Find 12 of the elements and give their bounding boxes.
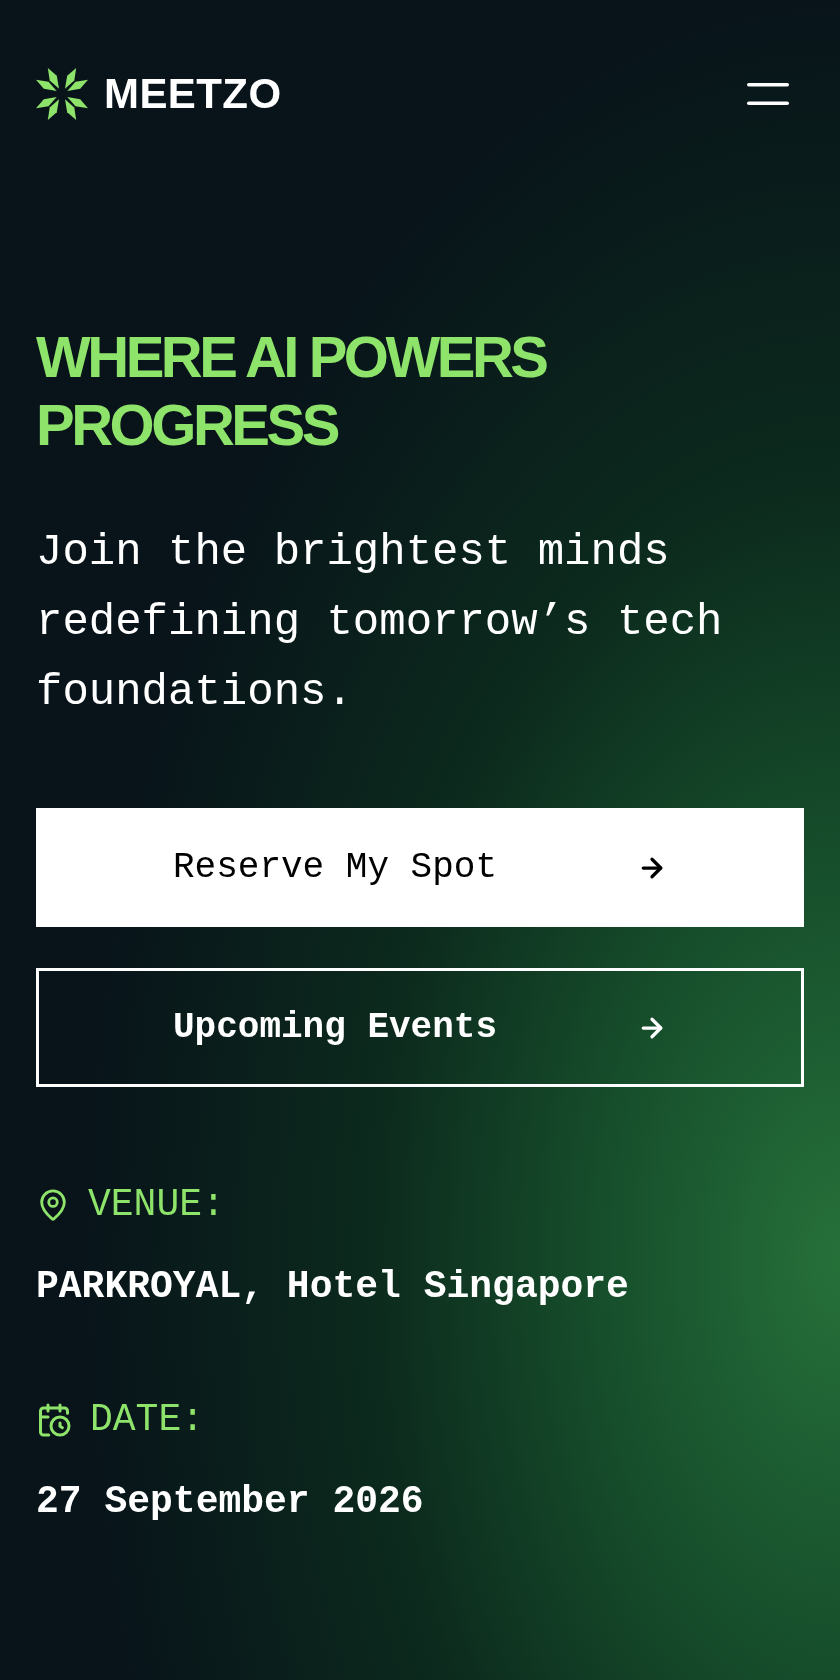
detail-label: DATE: bbox=[90, 1398, 205, 1442]
calendar-clock-icon bbox=[36, 1401, 72, 1439]
menu-icon[interactable] bbox=[747, 83, 789, 105]
detail-value: 27 September 2026 bbox=[36, 1480, 425, 1524]
detail-label: VENUE: bbox=[88, 1183, 225, 1227]
hero-subtitle: Join the brightest minds redefining tomorrow’s tech foundations. bbox=[36, 526, 724, 719]
hero-title: WHERE AI POWERS PROGRESS bbox=[36, 323, 548, 459]
detail-value: PARKROYAL, Hotel Singapore bbox=[36, 1265, 630, 1309]
reserve-button[interactable]: Reserve My Spot bbox=[36, 808, 804, 927]
logo-text: MEETZO bbox=[104, 73, 282, 115]
events-button[interactable]: Upcoming Events bbox=[36, 968, 804, 1087]
logo-icon bbox=[36, 68, 88, 120]
